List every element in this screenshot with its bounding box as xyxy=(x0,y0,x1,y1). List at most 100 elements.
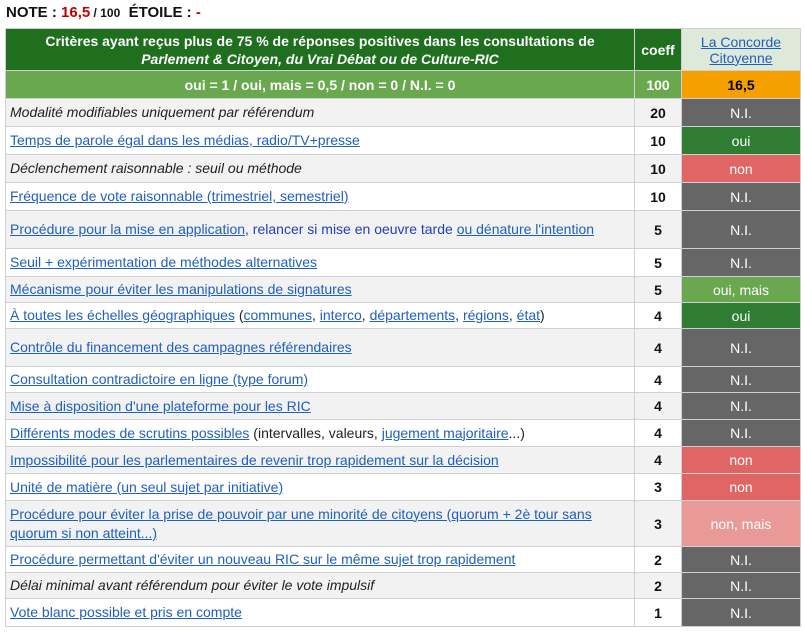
coeff-cell: 5 xyxy=(634,276,682,303)
criterion-cell: Procédure pour éviter la prise de pouvoi… xyxy=(5,500,635,547)
table-row: À toutes les échelles géographiques (com… xyxy=(5,302,801,329)
criterion-link[interactable]: Unité de matière (un seul sujet par init… xyxy=(10,479,283,495)
criterion-link[interactable]: jugement majoritaire xyxy=(382,425,509,441)
criterion-text: Délai minimal avant référendum pour évit… xyxy=(10,577,375,593)
criterion-link[interactable]: Procédure pour éviter la prise de pouvoi… xyxy=(10,506,592,541)
value-cell: N.I. xyxy=(681,182,801,211)
criterion-link[interactable]: Différents modes de scrutins possibles xyxy=(10,425,249,441)
criterion-text: ( xyxy=(234,307,244,323)
note-sep: : xyxy=(47,4,62,21)
table-row: Contrôle du financement des campagnes ré… xyxy=(5,328,801,367)
value-cell: N.I. xyxy=(681,598,801,627)
criterion-cell: Seuil + expérimentation de méthodes alte… xyxy=(5,248,635,277)
criterion-cell: Fréquence de vote raisonnable (trimestri… xyxy=(5,182,635,211)
criterion-link[interactable]: Impossibilité pour les parlementaires de… xyxy=(10,452,499,468)
criterion-text: ) xyxy=(540,307,545,323)
table-row: Fréquence de vote raisonnable (trimestri… xyxy=(5,182,801,211)
coeff-cell: 3 xyxy=(634,500,682,547)
list-name-link[interactable]: La Concorde Citoyenne xyxy=(701,34,781,66)
note-sep-slash: / xyxy=(90,6,101,20)
value-cell: N.I. xyxy=(681,366,801,393)
value-cell: N.I. xyxy=(681,546,801,573)
criterion-cell: Consultation contradictoire en ligne (ty… xyxy=(5,366,635,393)
coeff-header: coeff xyxy=(634,28,682,71)
coeff-cell: 5 xyxy=(634,248,682,277)
criterion-link[interactable]: À toutes les échelles géographiques xyxy=(10,307,235,323)
coeff-cell: 2 xyxy=(634,572,682,599)
criterion-link[interactable]: Temps de parole égal dans les médias, ra… xyxy=(10,132,360,148)
coeff-cell: 4 xyxy=(634,446,682,474)
criterion-text: ...) xyxy=(508,424,525,441)
coeff-cell: 5 xyxy=(634,210,682,249)
table-row: Procédure pour la mise en application, r… xyxy=(5,210,801,249)
etoile-sep: : xyxy=(182,4,196,21)
note-label: NOTE xyxy=(6,4,48,21)
header-row: Critères ayant reçus plus de 75 % de rép… xyxy=(5,28,801,71)
value-cell: N.I. xyxy=(681,572,801,599)
coeff-cell: 10 xyxy=(634,182,682,211)
criterion-cell: Vote blanc possible et pris en compte xyxy=(5,598,635,627)
value-cell: N.I. xyxy=(681,98,801,127)
total-score: 16,5 xyxy=(681,70,801,99)
criterion-cell: À toutes les échelles géographiques (com… xyxy=(5,302,635,329)
coeff-cell: 1 xyxy=(634,598,682,627)
table-row: Déclenchement raisonnable : seuil ou mét… xyxy=(5,154,801,183)
criterion-text: Déclenchement raisonnable : seuil ou mét… xyxy=(10,160,302,176)
criterion-link[interactable]: régions xyxy=(463,307,509,323)
criterion-cell: Délai minimal avant référendum pour évit… xyxy=(5,572,635,599)
criterion-cell: Déclenchement raisonnable : seuil ou mét… xyxy=(5,154,635,183)
criterion-link[interactable]: état xyxy=(517,307,540,323)
criterion-text: (intervalles, valeurs, xyxy=(249,424,382,441)
note-max: 100 xyxy=(100,6,121,20)
table-row: Seuil + expérimentation de méthodes alte… xyxy=(5,248,801,277)
criterion-cell: Mise à disposition d'une plateforme pour… xyxy=(5,392,635,420)
total-coeff: 100 xyxy=(634,70,682,99)
criterion-link[interactable]: Seuil + expérimentation de méthodes alte… xyxy=(10,254,317,270)
criterion-cell: Modalité modifiables uniquement par réfé… xyxy=(5,98,635,127)
value-cell: oui xyxy=(681,302,801,329)
criterion-link[interactable]: Contrôle du financement des campagnes ré… xyxy=(10,339,352,355)
table-row: Procédure pour éviter la prise de pouvoi… xyxy=(5,500,801,547)
criterion-link[interactable]: ou dénature l'intention xyxy=(457,221,594,237)
list-header: La Concorde Citoyenne xyxy=(681,28,801,71)
criteria-header-line2: Parlement & Citoyen, du Vrai Débat ou de… xyxy=(141,50,499,67)
note-line: NOTE : 16,5 / 100 ÉTOILE : - xyxy=(0,0,805,24)
criterion-link[interactable]: Vote blanc possible et pris en compte xyxy=(10,604,242,620)
criterion-link[interactable]: Consultation contradictoire en ligne (ty… xyxy=(10,371,308,387)
value-cell: N.I. xyxy=(681,248,801,277)
value-cell: oui xyxy=(681,126,801,155)
coeff-cell: 4 xyxy=(634,419,682,447)
table-row: Consultation contradictoire en ligne (ty… xyxy=(5,366,801,393)
scale-legend: oui = 1 / oui, mais = 0,5 / non = 0 / N.… xyxy=(5,70,635,99)
criterion-link[interactable]: Procédure permettant d'éviter un nouveau… xyxy=(10,551,515,567)
coeff-cell: 10 xyxy=(634,154,682,183)
scale-row: oui = 1 / oui, mais = 0,5 / non = 0 / N.… xyxy=(5,70,801,99)
table-row: Vote blanc possible et pris en compte 1 N.… xyxy=(5,598,801,627)
criterion-cell: Différents modes de scrutins possibles (… xyxy=(5,419,635,447)
value-cell: non, mais xyxy=(681,500,801,547)
value-cell: N.I. xyxy=(681,210,801,249)
value-cell: oui, mais xyxy=(681,276,801,303)
value-cell: N.I. xyxy=(681,419,801,447)
table-row: Temps de parole égal dans les médias, ra… xyxy=(5,126,801,155)
criterion-text: , xyxy=(311,307,320,323)
criterion-link[interactable]: Mécanisme pour éviter les manipulations … xyxy=(10,281,352,297)
value-cell: N.I. xyxy=(681,328,801,367)
criteria-table-body: Critères ayant reçus plus de 75 % de rép… xyxy=(5,28,801,627)
criterion-cell: Unité de matière (un seul sujet par init… xyxy=(5,473,635,501)
criterion-link[interactable]: départements xyxy=(370,307,456,323)
note-score: 16,5 xyxy=(61,4,91,21)
coeff-cell: 3 xyxy=(634,473,682,501)
coeff-cell: 10 xyxy=(634,126,682,155)
table-row: Délai minimal avant référendum pour évit… xyxy=(5,572,801,599)
criterion-link[interactable]: communes xyxy=(244,307,312,323)
criterion-cell: Mécanisme pour éviter les manipulations … xyxy=(5,276,635,303)
criterion-link[interactable]: Mise à disposition d'une plateforme pour… xyxy=(10,398,311,414)
criterion-link[interactable]: interco xyxy=(320,307,362,323)
criterion-cell: Procédure pour la mise en application, r… xyxy=(5,210,635,249)
etoile-label: ÉTOILE xyxy=(128,4,183,21)
criterion-cell: Impossibilité pour les parlementaires de… xyxy=(5,446,635,474)
criterion-link[interactable]: Fréquence de vote raisonnable (trimestri… xyxy=(10,188,348,204)
criterion-link[interactable]: Procédure pour la mise en application xyxy=(10,221,245,237)
coeff-cell: 4 xyxy=(634,392,682,420)
